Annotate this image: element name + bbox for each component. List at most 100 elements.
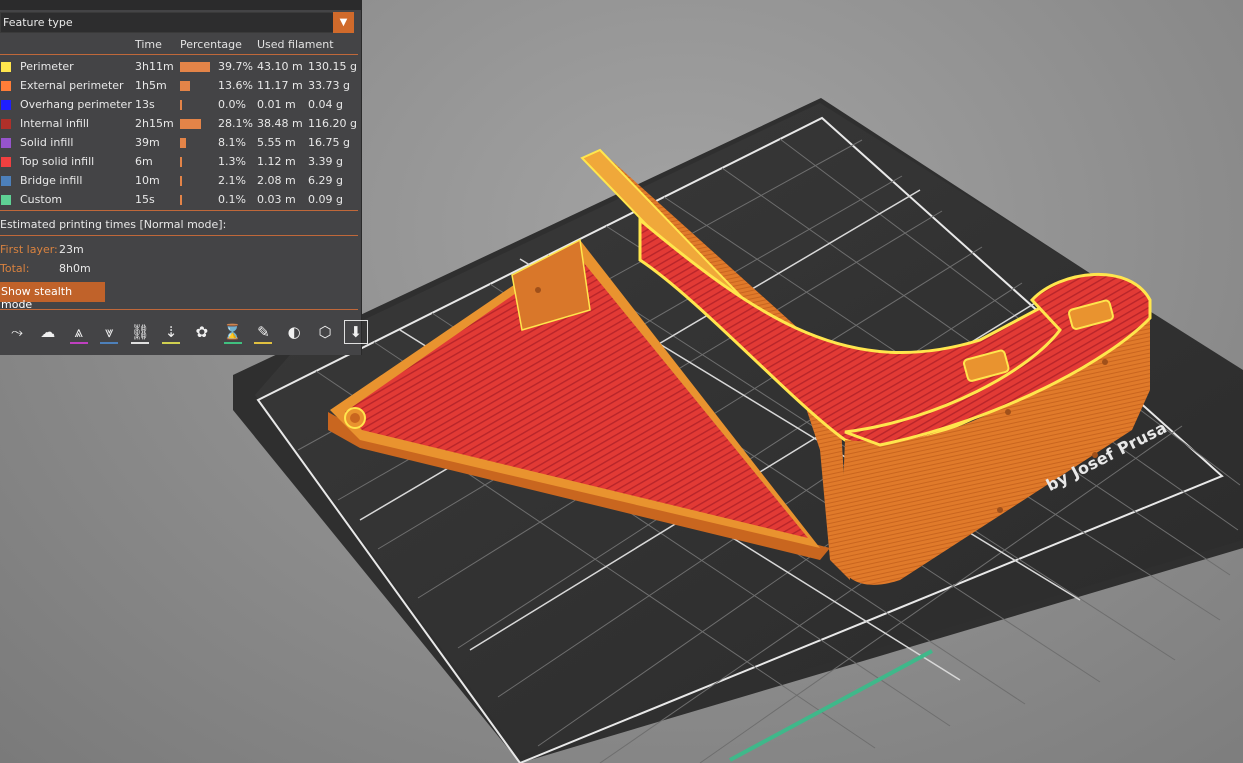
color-swatch [1,138,11,148]
icon-underline [162,342,180,344]
feature-name: External perimeter [20,79,124,92]
feature-time: 13s [135,98,155,111]
feature-row[interactable]: External perimeter 1h5m 13.6% 11.17 m 33.73 … [0,77,358,96]
percentage-bar [180,157,182,167]
retractions-icon[interactable]: ⩓ [67,320,91,344]
color-swatch [1,195,11,205]
feature-weight: 116.20 g [308,117,357,130]
feature-percentage: 2.1% [218,174,246,187]
travel-icon[interactable]: ⤳ [5,320,29,344]
deretractions-icon[interactable]: ⩔ [97,320,121,344]
feature-row[interactable]: Internal infill 2h15m 28.1% 38.48 m 116.20 g [0,115,358,134]
percentage-bar [180,138,187,148]
chevron-down-icon[interactable]: ▼ [333,12,354,33]
feature-length: 1.12 m [257,155,296,168]
options-toolbar: ⤳ ☁ ⩓ ⩔ ⛓ ⇣ ✿ ⌛ ✎ ◐ ⬡ ⬇ [0,318,368,348]
feature-time: 39m [135,136,160,149]
feature-row[interactable]: Bridge infill 10m 2.1% 2.08 m 6.29 g [0,172,358,191]
feature-weight: 6.29 g [308,174,343,187]
divider [0,235,358,236]
icon-underline [100,342,119,344]
column-header-percentage: Percentage [180,38,242,51]
color-swatch [1,157,11,167]
feature-percentage: 8.1% [218,136,246,149]
percentage-bar [180,100,182,110]
feature-length: 0.01 m [257,98,296,111]
icon-underline [69,342,88,344]
feature-weight: 16.75 g [308,136,350,149]
feature-time: 3h11m [135,60,174,73]
header-divider [0,54,358,55]
feature-weight: 0.09 g [308,193,343,206]
legend-panel: Feature type ▼ Time Percentage Used fila… [0,0,368,355]
feature-percentage: 0.0% [218,98,246,111]
icon-underline [254,342,273,344]
feature-time: 2h15m [135,117,174,130]
percentage-bar [180,62,210,72]
tool-marker-icon[interactable]: ⬇ [343,320,368,344]
feature-weight: 0.04 g [308,98,343,111]
total-value: 8h0m [59,262,91,275]
color-swatch [1,81,11,91]
feature-length: 5.55 m [257,136,296,149]
wipe-icon[interactable]: ☁ [36,320,60,344]
feature-name: Internal infill [20,117,89,130]
view-type-combo[interactable]: Feature type ▼ [0,12,354,33]
feature-row[interactable]: Perimeter 3h11m 39.7% 43.10 m 130.15 g [0,58,358,77]
icon-underline [131,342,150,344]
custom-gcodes-icon[interactable]: ✎ [251,320,275,344]
color-swatch [1,119,11,129]
feature-row[interactable]: Custom 15s 0.1% 0.03 m 0.09 g [0,191,358,210]
view-type-label: Feature type [3,16,73,29]
feature-time: 10m [135,174,160,187]
center-of-gravity-icon[interactable]: ◐ [282,320,306,344]
percentage-bar [180,119,202,129]
color-swatch [1,100,11,110]
feature-percentage: 0.1% [218,193,246,206]
feature-time: 6m [135,155,153,168]
feature-row[interactable]: Top solid infill 6m 1.3% 1.12 m 3.39 g [0,153,358,172]
feature-name: Solid infill [20,136,74,149]
feature-name: Top solid infill [20,155,95,168]
feature-length: 38.48 m [257,117,303,130]
percentage-bar [180,176,182,186]
column-header-time: Time [135,38,162,51]
feature-percentage: 39.7% [218,60,253,73]
percentage-bar [180,81,191,91]
feature-name: Custom [20,193,63,206]
feature-time: 1h5m [135,79,167,92]
show-stealth-mode-button[interactable]: Show stealth mode [0,282,105,311]
feature-name: Overhang perimeter [20,98,132,111]
feature-weight: 130.15 g [308,60,357,73]
panel-title-bar [0,0,361,10]
feature-length: 2.08 m [257,174,296,187]
color-swatch [1,62,11,72]
feature-percentage: 1.3% [218,155,246,168]
estimated-times-title: Estimated printing times [Normal mode]: [0,218,227,231]
first-layer-label: First layer: [0,243,58,256]
feature-length: 11.17 m [257,79,303,92]
feature-weight: 33.73 g [308,79,350,92]
icon-underline [223,342,242,344]
color-swatch [1,176,11,186]
divider [0,309,358,310]
seams-icon[interactable]: ⛓ [128,320,152,344]
percentage-bar [180,195,182,205]
feature-name: Perimeter [20,60,74,73]
feature-row[interactable]: Overhang perimeter 13s 0.0% 0.01 m 0.04 g [0,96,358,115]
feature-length: 43.10 m [257,60,303,73]
divider [0,210,358,211]
feature-name: Bridge infill [20,174,83,187]
feature-length: 0.03 m [257,193,296,206]
pause-prints-icon[interactable]: ⌛ [221,320,245,344]
column-header-used-filament: Used filament [257,38,334,51]
total-label: Total: [0,262,30,275]
color-changes-icon[interactable]: ✿ [190,320,214,344]
feature-row[interactable]: Solid infill 39m 8.1% 5.55 m 16.75 g [0,134,358,153]
shells-icon[interactable]: ⬡ [313,320,337,344]
tool-changes-icon[interactable]: ⇣ [159,320,183,344]
feature-percentage: 13.6% [218,79,253,92]
feature-weight: 3.39 g [308,155,343,168]
feature-time: 15s [135,193,155,206]
feature-percentage: 28.1% [218,117,253,130]
